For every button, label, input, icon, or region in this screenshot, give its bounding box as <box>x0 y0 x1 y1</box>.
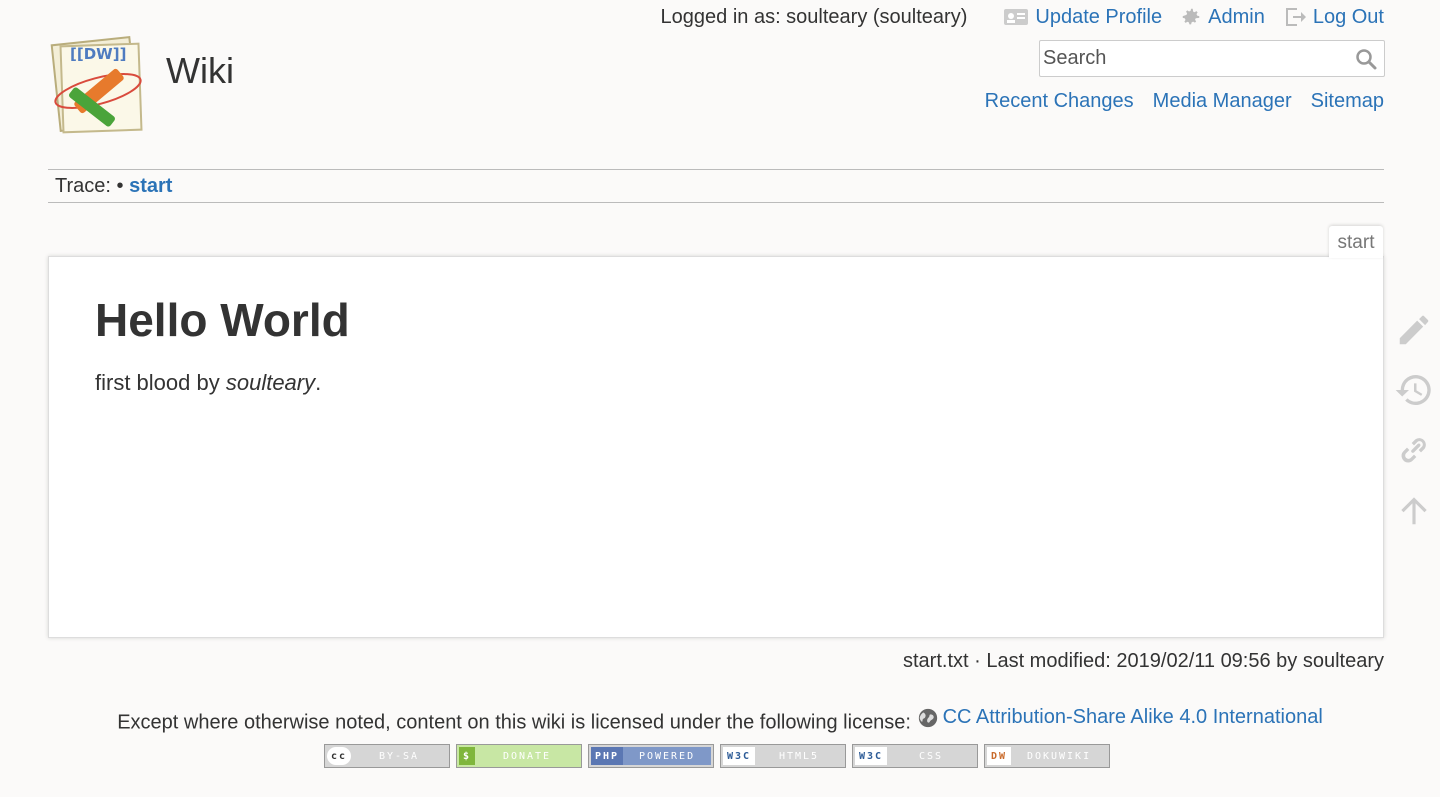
license-link[interactable]: CC Attribution-Share Alike 4.0 Internati… <box>943 706 1323 729</box>
badge-right: POWERED <box>623 747 711 765</box>
badge-left: $ <box>459 747 476 765</box>
cc-by-sa-badge[interactable]: cc BY-SA <box>324 744 450 768</box>
user-tools: Logged in as: soulteary (soulteary) Upda… <box>661 5 1384 29</box>
edit-icon <box>1399 315 1429 345</box>
license-link-wrapper[interactable]: CC Attribution-Share Alike 4.0 Internati… <box>917 706 1323 729</box>
page-id-tab: start <box>1329 226 1383 258</box>
paragraph-text: first blood by <box>95 370 226 396</box>
license-text: Except where otherwise noted, content on… <box>117 711 911 734</box>
w3c-html5-badge[interactable]: W3C HTML5 <box>720 744 846 768</box>
logout-label[interactable]: Log Out <box>1313 6 1384 29</box>
svg-text:[[DW]]: [[DW]] <box>70 45 126 63</box>
breadcrumb: Trace: • start <box>48 169 1384 203</box>
php-powered-badge[interactable]: PHP POWERED <box>588 744 714 768</box>
update-profile-label[interactable]: Update Profile <box>1035 6 1162 29</box>
search-form <box>1039 40 1385 77</box>
profile-card-icon <box>1004 9 1029 25</box>
gear-icon <box>1182 8 1200 25</box>
logout-icon <box>1285 8 1306 26</box>
paragraph-end: . <box>315 370 322 396</box>
dokuwiki-logo-icon[interactable]: [[DW]] <box>48 33 152 137</box>
badge-left: cc <box>327 747 352 765</box>
link-icon <box>1401 438 1426 463</box>
badge-right: HTML5 <box>778 750 820 762</box>
donate-badge[interactable]: $ DONATE <box>456 744 582 768</box>
site-title[interactable]: Wiki <box>166 50 234 92</box>
dokuwiki-badge[interactable]: DW DOKUWIKI <box>984 744 1110 768</box>
admin-label[interactable]: Admin <box>1208 6 1265 29</box>
admin-link[interactable]: Admin <box>1180 6 1265 29</box>
page-title: Hello World <box>95 294 350 346</box>
recent-changes-link[interactable]: Recent Changes <box>985 90 1134 113</box>
back-to-top-button[interactable] <box>1392 480 1436 540</box>
history-icon <box>1395 374 1431 405</box>
edit-page-button[interactable] <box>1392 300 1436 360</box>
w3c-css-badge[interactable]: W3C CSS <box>852 744 978 768</box>
badge-left: DW <box>987 747 1012 765</box>
search-input[interactable] <box>1040 41 1340 76</box>
document-info: start.txt · Last modified: 2019/02/11 09… <box>902 650 1384 672</box>
license-notice: Except where otherwise noted, content on… <box>0 706 1440 735</box>
badge-left: PHP <box>591 747 624 765</box>
backlinks-button[interactable] <box>1392 420 1436 480</box>
badge-right: DONATE <box>502 750 552 762</box>
footer-buttons: cc BY-SA $ DONATE PHP POWERED W3C HTML5 … <box>324 744 1110 768</box>
badge-left: W3C <box>723 747 756 765</box>
header: [[DW]] Wiki Logged in as: soulteary (sou… <box>0 0 1440 203</box>
globe-icon <box>918 708 937 727</box>
paragraph-emphasis: soulteary <box>225 370 316 396</box>
update-profile-link[interactable]: Update Profile <box>1003 6 1162 29</box>
breadcrumb-separator: • <box>116 175 124 197</box>
page-content: Hello World first blood by soulteary. <box>48 256 1384 638</box>
old-revisions-button[interactable] <box>1392 360 1436 420</box>
page-paragraph: first blood by soulteary. <box>95 370 1337 396</box>
search-icon[interactable] <box>1354 47 1378 71</box>
page-tools <box>1392 300 1436 540</box>
badge-right: CSS <box>919 750 944 762</box>
sitemap-link[interactable]: Sitemap <box>1311 90 1384 113</box>
badge-right: BY-SA <box>378 750 420 762</box>
back-to-top-icon <box>1401 497 1427 525</box>
logged-in-text: Logged in as: soulteary (soulteary) <box>660 5 968 28</box>
site-tools: Recent Changes Media Manager Sitemap <box>966 90 1384 113</box>
badge-left: W3C <box>855 747 888 765</box>
breadcrumb-start-link[interactable]: start <box>129 175 172 197</box>
breadcrumb-label: Trace: <box>55 175 111 197</box>
badge-right: DOKUWIKI <box>1026 750 1092 762</box>
media-manager-link[interactable]: Media Manager <box>1153 90 1292 113</box>
logout-link[interactable]: Log Out <box>1283 5 1384 29</box>
